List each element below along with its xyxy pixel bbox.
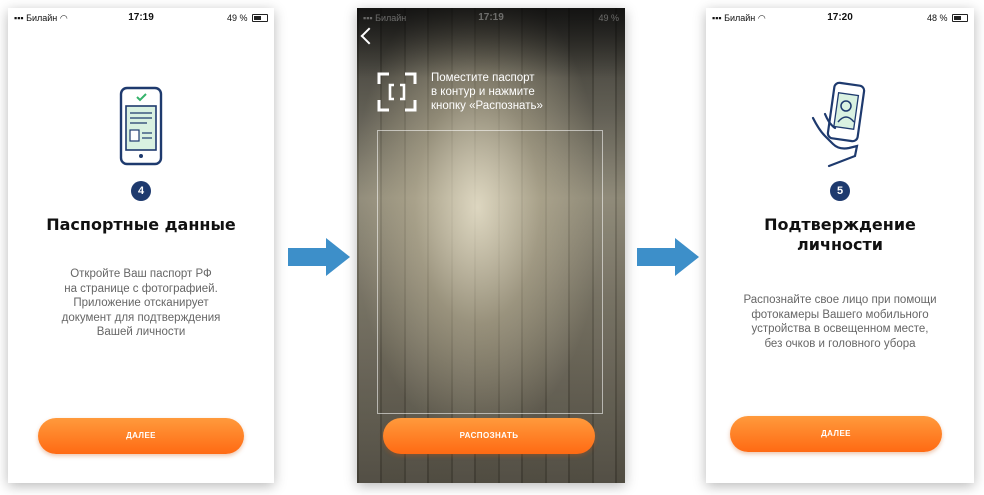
battery-icon bbox=[252, 14, 268, 22]
phone-document-check-icon bbox=[8, 86, 274, 171]
battery-indicator: 49 % bbox=[227, 13, 268, 23]
next-button[interactable]: ДАЛЕЕ bbox=[38, 418, 244, 454]
status-time: 17:19 bbox=[478, 12, 504, 23]
next-button[interactable]: ДАЛЕЕ bbox=[730, 416, 942, 452]
status-bar: ▪▪▪ Билайн ◠ 17:20 48 % bbox=[706, 8, 974, 28]
status-bar: ▪▪▪ Билайн 17:19 49 % bbox=[357, 8, 625, 28]
scan-instruction: Поместите паспорт в контур и нажмите кно… bbox=[431, 72, 543, 112]
passport-frame bbox=[377, 130, 603, 414]
screen-title: Паспортные данные bbox=[46, 215, 236, 234]
step-badge: 4 bbox=[131, 181, 151, 201]
screen-description: Откройте Ваш паспорт РФ на странице с фо… bbox=[61, 268, 221, 338]
step-badge: 5 bbox=[830, 181, 850, 201]
arrow-right-icon bbox=[288, 238, 350, 276]
arrow-right-icon bbox=[637, 238, 699, 276]
scan-frame-icon bbox=[377, 72, 417, 112]
screen-description: Распознайте свое лицо при помощи фотокам… bbox=[743, 294, 937, 350]
recognize-button[interactable]: РАСПОЗНАТЬ bbox=[383, 418, 595, 454]
status-bar: ▪▪▪ Билайн ◠ 17:19 49 % bbox=[8, 8, 274, 28]
hand-phone-face-icon bbox=[706, 78, 974, 173]
battery-indicator: 48 % bbox=[927, 13, 968, 23]
phone-screen-identity-confirmation: ▪▪▪ Билайн ◠ 17:20 48 % 5 Подтверждение … bbox=[706, 8, 974, 483]
battery-icon bbox=[952, 14, 968, 22]
phone-screen-passport-scan: ▪▪▪ Билайн 17:19 49 % Поместите паспорт … bbox=[357, 8, 625, 483]
screen-title: Подтверждение личности bbox=[764, 215, 916, 254]
phone-screen-passport-data: ▪▪▪ Билайн ◠ 17:19 49 % 4 Паспортные дан… bbox=[8, 8, 274, 483]
